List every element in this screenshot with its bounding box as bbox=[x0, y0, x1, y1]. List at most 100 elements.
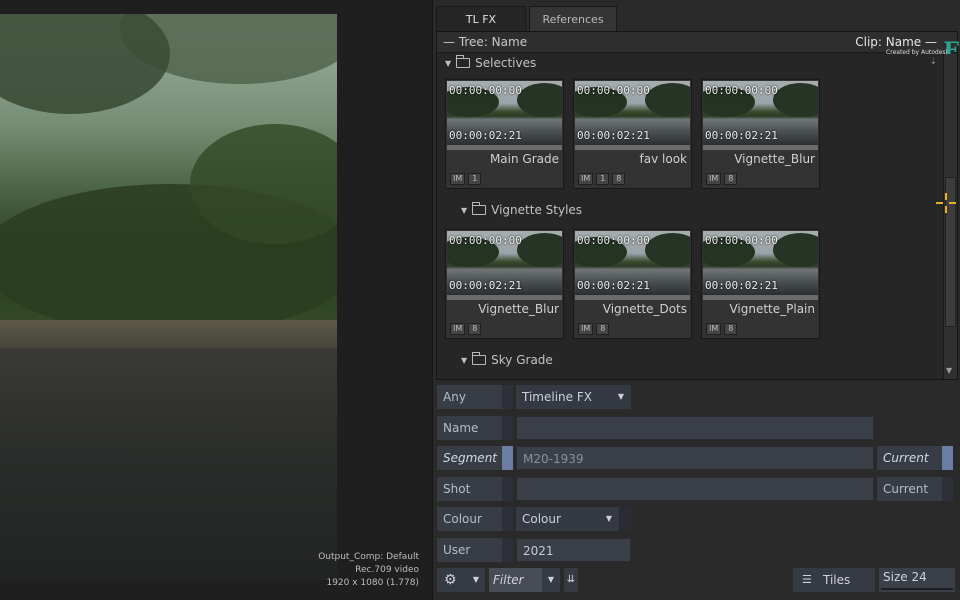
fx-tile[interactable]: 00:00:00:00 00:00:02:21 Vignette_Blur IM… bbox=[445, 229, 564, 339]
dropdown-arrow-icon: ▼ bbox=[472, 575, 479, 584]
scope-select[interactable]: Timeline FX ▼ bbox=[516, 385, 631, 409]
tile-thumbnail: 00:00:00:00 00:00:02:21 bbox=[703, 81, 818, 145]
toggle-indicator bbox=[502, 538, 513, 562]
badge-count: 8 bbox=[596, 323, 610, 335]
browser-header: — Tree: Name Clip: Name — Created by Aut… bbox=[437, 32, 959, 64]
badge-im: IM bbox=[450, 173, 466, 185]
name-field[interactable] bbox=[516, 416, 874, 440]
tiles-label: Tiles bbox=[823, 573, 851, 587]
current-label: Current bbox=[883, 482, 929, 496]
folder-vignette-styles[interactable]: ▼ Vignette Styles bbox=[461, 202, 583, 217]
expand-arrows-icon[interactable]: ⇣ bbox=[929, 57, 937, 67]
output-comp-info: Output_Comp: Default bbox=[318, 552, 419, 562]
collapse-triangle-icon[interactable]: ▼ bbox=[461, 356, 467, 365]
tile-progress-bar bbox=[703, 295, 818, 300]
timecode-out: 00:00:02:21 bbox=[577, 279, 650, 292]
collapse-triangle-icon[interactable]: ▼ bbox=[461, 206, 467, 215]
name-toggle[interactable]: Name bbox=[437, 416, 513, 440]
toggle-indicator bbox=[502, 507, 513, 531]
filter-options-button[interactable]: ⇊ bbox=[564, 568, 578, 592]
tiles-view-button[interactable]: ☰ Tiles bbox=[793, 568, 875, 592]
segment-toggle[interactable]: Segment bbox=[437, 446, 513, 470]
scope-select-value: Timeline FX bbox=[522, 390, 592, 404]
tab-references[interactable]: References bbox=[529, 6, 617, 31]
size-slider-track[interactable] bbox=[881, 588, 953, 590]
tile-badges: IM 8 bbox=[706, 323, 738, 335]
colour-toggle[interactable]: Colour bbox=[437, 507, 513, 531]
tile-thumbnail: 00:00:00:00 00:00:02:21 bbox=[703, 231, 818, 295]
fx-tile[interactable]: 00:00:00:00 00:00:02:21 Vignette_Plain I… bbox=[701, 229, 820, 339]
tile-name: Vignette_Dots bbox=[602, 302, 687, 316]
badge-count: 8 bbox=[468, 323, 482, 335]
segment-label: Segment bbox=[443, 451, 497, 465]
resolution-info: 1920 x 1080 (1.778) bbox=[326, 578, 419, 588]
timecode-in: 00:00:00:00 bbox=[705, 84, 778, 97]
colour-swatch[interactable] bbox=[619, 507, 631, 531]
timecode-out: 00:00:02:21 bbox=[705, 129, 778, 142]
current-label: Current bbox=[883, 451, 929, 465]
scroll-down-icon[interactable]: ▼ bbox=[946, 366, 952, 375]
folder-icon bbox=[472, 352, 487, 365]
badge-im: IM bbox=[706, 173, 722, 185]
folder-icon bbox=[472, 202, 487, 215]
badge-count: 1 bbox=[596, 173, 610, 185]
user-label: User bbox=[443, 543, 471, 557]
riverbank bbox=[0, 320, 337, 348]
tile-progress-bar bbox=[575, 295, 690, 300]
dropdown-arrow-icon: ▼ bbox=[542, 568, 560, 592]
folder-label: Sky Grade bbox=[491, 353, 553, 367]
shot-field[interactable] bbox=[516, 477, 874, 501]
badge-count: 8 bbox=[724, 173, 738, 185]
timecode-in: 00:00:00:00 bbox=[449, 84, 522, 97]
folder-label: Selectives bbox=[475, 56, 537, 70]
tile-thumbnail: 00:00:00:00 00:00:02:21 bbox=[447, 231, 562, 295]
filter-dropdown[interactable]: Filter ▼ bbox=[489, 568, 560, 592]
tile-name: fav look bbox=[639, 152, 687, 166]
fx-tile[interactable]: 00:00:00:00 00:00:02:21 fav look IM 1 8 bbox=[573, 79, 692, 189]
any-toggle[interactable]: Any bbox=[437, 385, 513, 409]
toggle-indicator bbox=[502, 416, 513, 440]
viewer-frame[interactable] bbox=[0, 14, 337, 580]
tile-name: Main Grade bbox=[489, 152, 559, 166]
folder-label: Vignette Styles bbox=[491, 203, 583, 217]
fx-tile[interactable]: 00:00:00:00 00:00:02:21 Main Grade IM 1 bbox=[445, 79, 564, 189]
shot-current-toggle[interactable]: Current bbox=[877, 477, 953, 501]
tile-badges: IM 1 bbox=[450, 173, 482, 185]
user-toggle[interactable]: User bbox=[437, 538, 513, 562]
clip-name-sort[interactable]: Clip: Name — bbox=[855, 35, 937, 49]
tab-tl-fx[interactable]: TL FX bbox=[436, 6, 526, 31]
browser-scrollbar[interactable]: ▼ bbox=[943, 54, 957, 379]
timecode-out: 00:00:02:21 bbox=[449, 279, 522, 292]
toggle-indicator bbox=[502, 385, 513, 409]
tile-thumbnail: 00:00:00:00 00:00:02:21 bbox=[447, 81, 562, 145]
timecode-out: 00:00:02:21 bbox=[577, 129, 650, 142]
crosshair-cursor-icon bbox=[936, 193, 956, 213]
tile-badges: IM 8 bbox=[706, 173, 738, 185]
timecode-in: 00:00:00:00 bbox=[705, 234, 778, 247]
tree-name-sort[interactable]: — Tree: Name bbox=[443, 35, 527, 49]
tile-progress-bar bbox=[575, 145, 690, 150]
fx-tile[interactable]: 00:00:00:00 00:00:02:21 Vignette_Dots IM… bbox=[573, 229, 692, 339]
fx-tile[interactable]: 00:00:00:00 00:00:02:21 Vignette_Blur IM… bbox=[701, 79, 820, 189]
tile-progress-bar bbox=[447, 295, 562, 300]
badge-im: IM bbox=[706, 323, 722, 335]
colour-select[interactable]: Colour ▼ bbox=[516, 507, 631, 531]
tile-name: Vignette_Blur bbox=[478, 302, 559, 316]
badge-count: 8 bbox=[724, 323, 738, 335]
folder-sky-grade[interactable]: ▼ Sky Grade bbox=[461, 352, 553, 367]
badge-im: IM bbox=[578, 323, 594, 335]
segment-field[interactable]: M20-1939 bbox=[516, 446, 874, 470]
toggle-indicator bbox=[942, 446, 953, 470]
shot-toggle[interactable]: Shot bbox=[437, 477, 513, 501]
settings-menu-button[interactable]: ⚙ ▼ bbox=[437, 568, 485, 592]
user-field[interactable]: 2021 bbox=[516, 538, 631, 562]
colour-label: Colour bbox=[443, 512, 482, 526]
tile-badges: IM 1 8 bbox=[578, 173, 626, 185]
tile-size-field[interactable]: Size 24 bbox=[879, 568, 955, 592]
folder-selectives[interactable]: ▼ Selectives bbox=[445, 55, 537, 70]
segment-current-toggle[interactable]: Current bbox=[877, 446, 953, 470]
double-chevron-down-icon: ⇊ bbox=[566, 574, 576, 585]
collapse-triangle-icon[interactable]: ▼ bbox=[445, 59, 451, 68]
image-viewer[interactable]: Output_Comp: Default Rec.709 video 1920 … bbox=[0, 0, 432, 600]
timecode-out: 00:00:02:21 bbox=[449, 129, 522, 142]
